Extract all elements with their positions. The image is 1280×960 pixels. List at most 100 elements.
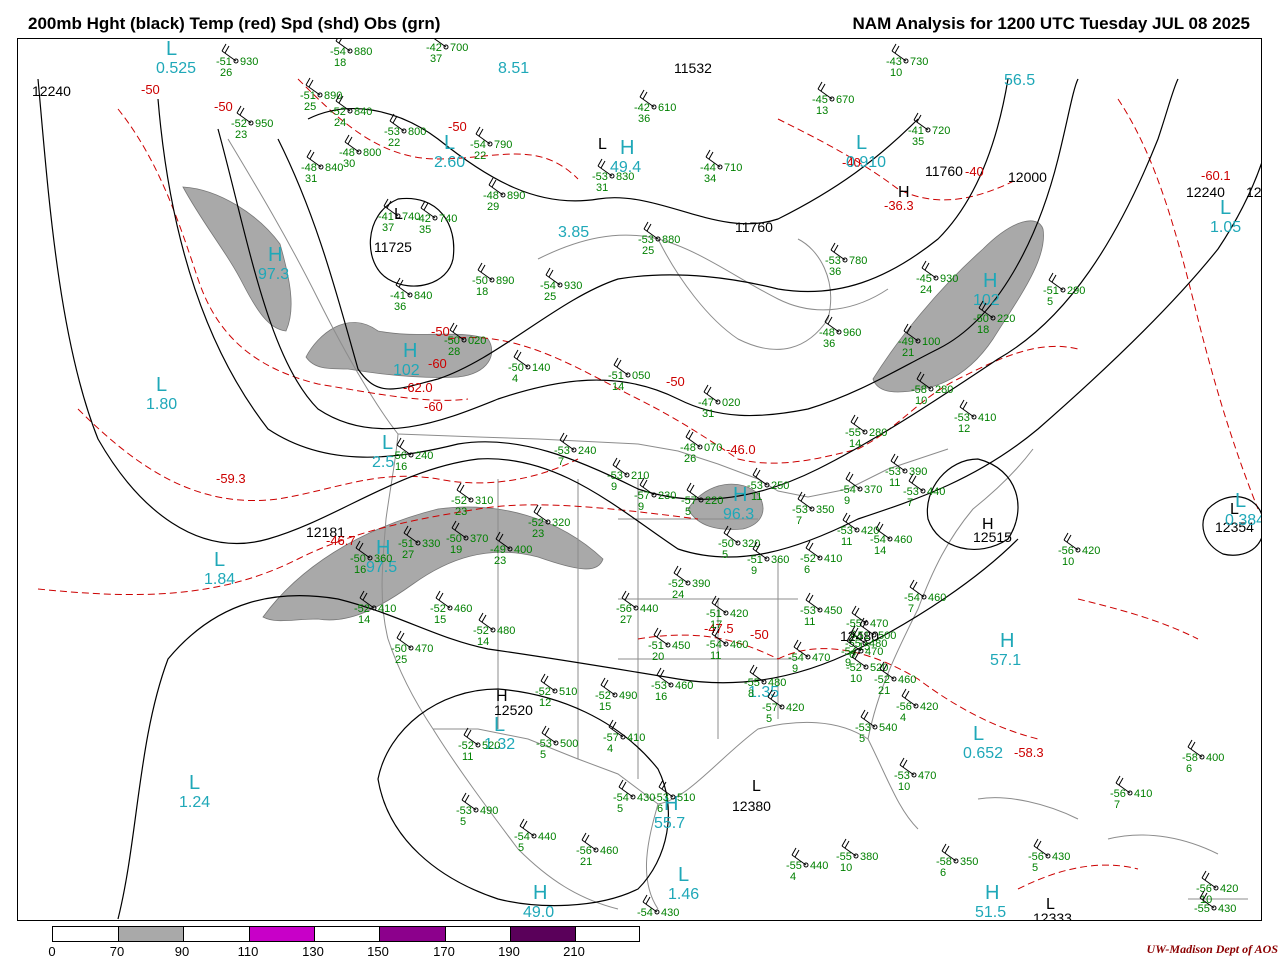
obs-dewpoint-depression: 30 bbox=[343, 158, 355, 170]
extrema-value: 55.7 bbox=[654, 815, 685, 832]
wind-barb-feather bbox=[435, 590, 441, 599]
pressure-center-letter: H bbox=[982, 516, 994, 533]
extrema-letter: H bbox=[985, 882, 999, 904]
wind-barb-feather bbox=[904, 690, 910, 699]
wind-barb-feather bbox=[890, 453, 896, 462]
obs-height: 410 bbox=[627, 732, 645, 744]
obs-height: 140 bbox=[532, 362, 550, 374]
height-label: 11532 bbox=[674, 60, 712, 76]
obs-dewpoint-depression: 35 bbox=[912, 136, 924, 148]
legend-tick-label: 170 bbox=[433, 944, 455, 959]
obs-dewpoint-depression: 29 bbox=[487, 201, 499, 213]
obs-dewpoint-depression: 24 bbox=[672, 589, 684, 601]
obs-height: 800 bbox=[408, 126, 426, 138]
legend-tick-label: 210 bbox=[563, 944, 585, 959]
obs-height: 470 bbox=[870, 618, 888, 630]
obs-height: 930 bbox=[564, 280, 582, 292]
wind-barb-feather bbox=[559, 432, 565, 441]
legend-segment bbox=[53, 927, 118, 941]
wind-barb-feather bbox=[863, 711, 869, 720]
wind-barb-feather bbox=[335, 39, 338, 42]
wind-barb-feather bbox=[221, 43, 227, 52]
obs-height: 720 bbox=[932, 125, 950, 137]
obs-height: 380 bbox=[860, 851, 878, 863]
wind-barb-feather bbox=[562, 434, 568, 443]
pressure-center-letter: L bbox=[1230, 501, 1239, 518]
obs-height: 460 bbox=[675, 680, 693, 692]
obs-height: 410 bbox=[978, 412, 996, 424]
obs-dewpoint-depression: 9 bbox=[751, 565, 757, 577]
obs-dewpoint-depression: 5 bbox=[1032, 862, 1038, 874]
wind-barb-feather bbox=[708, 151, 714, 160]
wind-barb-feather bbox=[488, 177, 494, 186]
obs-height: 540 bbox=[879, 722, 897, 734]
obs-height: 840 bbox=[414, 290, 432, 302]
obs-dewpoint-depression: 12 bbox=[539, 697, 551, 709]
wind-barb-feather bbox=[516, 351, 522, 360]
temperature-label: -60.1 bbox=[1201, 168, 1231, 183]
obs-dewpoint-depression: 5 bbox=[617, 803, 623, 815]
obs-height: 420 bbox=[1220, 883, 1238, 895]
wind-barb-feather bbox=[603, 679, 609, 688]
legend-segment bbox=[445, 927, 510, 941]
obs-height: 440 bbox=[927, 486, 945, 498]
extrema-value: 56.5 bbox=[1004, 72, 1035, 89]
obs-dewpoint-depression: 14 bbox=[477, 636, 489, 648]
obs-dewpoint-depression: 5 bbox=[540, 749, 546, 761]
obs-dewpoint-depression: 22 bbox=[474, 150, 486, 162]
wind-barb-feather bbox=[944, 845, 950, 854]
wind-barb-feather bbox=[841, 838, 847, 847]
extrema-value: 102 bbox=[393, 362, 420, 379]
obs-height: 950 bbox=[255, 118, 273, 130]
obs-dewpoint-depression: 36 bbox=[638, 113, 650, 125]
obs-height: 470 bbox=[415, 643, 433, 655]
obs-height: 070 bbox=[704, 442, 722, 454]
obs-height: 450 bbox=[672, 640, 690, 652]
wind-barb-feather bbox=[912, 581, 918, 590]
wind-barb-feather bbox=[676, 567, 682, 576]
obs-dewpoint-depression: 6 bbox=[940, 867, 946, 879]
extrema-value: 1.84 bbox=[204, 571, 235, 588]
wind-barb-feather bbox=[685, 429, 691, 438]
wind-barb-feather bbox=[584, 834, 590, 843]
obs-height: 490 bbox=[480, 805, 498, 817]
obs-dewpoint-depression: 4 bbox=[790, 871, 796, 883]
wind-barb-feather bbox=[851, 605, 857, 614]
extrema-value: 0.910 bbox=[846, 154, 886, 171]
wind-barb-feather bbox=[597, 158, 603, 167]
obs-height: 460 bbox=[600, 845, 618, 857]
wind-barb-feather bbox=[645, 896, 651, 905]
obs-dewpoint-depression: 23 bbox=[235, 129, 247, 141]
wind-barb-feather bbox=[618, 779, 624, 788]
obs-dewpoint-depression: 9 bbox=[611, 481, 617, 493]
wind-barb-feather bbox=[845, 471, 851, 480]
obs-height: 370 bbox=[470, 533, 488, 545]
extrema-letter: L bbox=[678, 864, 689, 886]
wind-barb-feather bbox=[800, 493, 806, 502]
extrema-letter: L bbox=[214, 549, 225, 571]
wind-barb-feather bbox=[901, 688, 907, 697]
obs-dewpoint-depression: 9 bbox=[638, 501, 644, 513]
obs-height: 880 bbox=[354, 46, 372, 58]
temperature-label: -50 bbox=[141, 82, 160, 97]
obs-height: 700 bbox=[450, 42, 468, 54]
obs-dewpoint-depression: 28 bbox=[448, 346, 460, 358]
height-label: 11760 bbox=[925, 163, 963, 179]
wind-barb-feather bbox=[480, 264, 486, 273]
wind-barb-feather bbox=[347, 136, 353, 145]
extrema-letter: L bbox=[494, 714, 505, 736]
wind-barb-feather bbox=[941, 843, 947, 852]
extrema-letter: L bbox=[973, 723, 984, 745]
wind-barb-feather bbox=[399, 632, 405, 641]
hudson-bay bbox=[657, 238, 832, 350]
obs-dewpoint-depression: 25 bbox=[544, 291, 556, 303]
wind-barb-feather bbox=[475, 126, 481, 135]
obs-dewpoint-depression: 5 bbox=[1047, 296, 1053, 308]
obs-dewpoint-depression: 14 bbox=[358, 614, 370, 626]
wind-barb-feather bbox=[689, 484, 695, 493]
obs-dewpoint-depression: 10 bbox=[840, 862, 852, 874]
height-label: 11725 bbox=[374, 239, 412, 255]
wind-speed-legend bbox=[52, 926, 640, 942]
wind-barb-feather bbox=[820, 83, 826, 92]
wind-barb-feather bbox=[600, 677, 606, 686]
